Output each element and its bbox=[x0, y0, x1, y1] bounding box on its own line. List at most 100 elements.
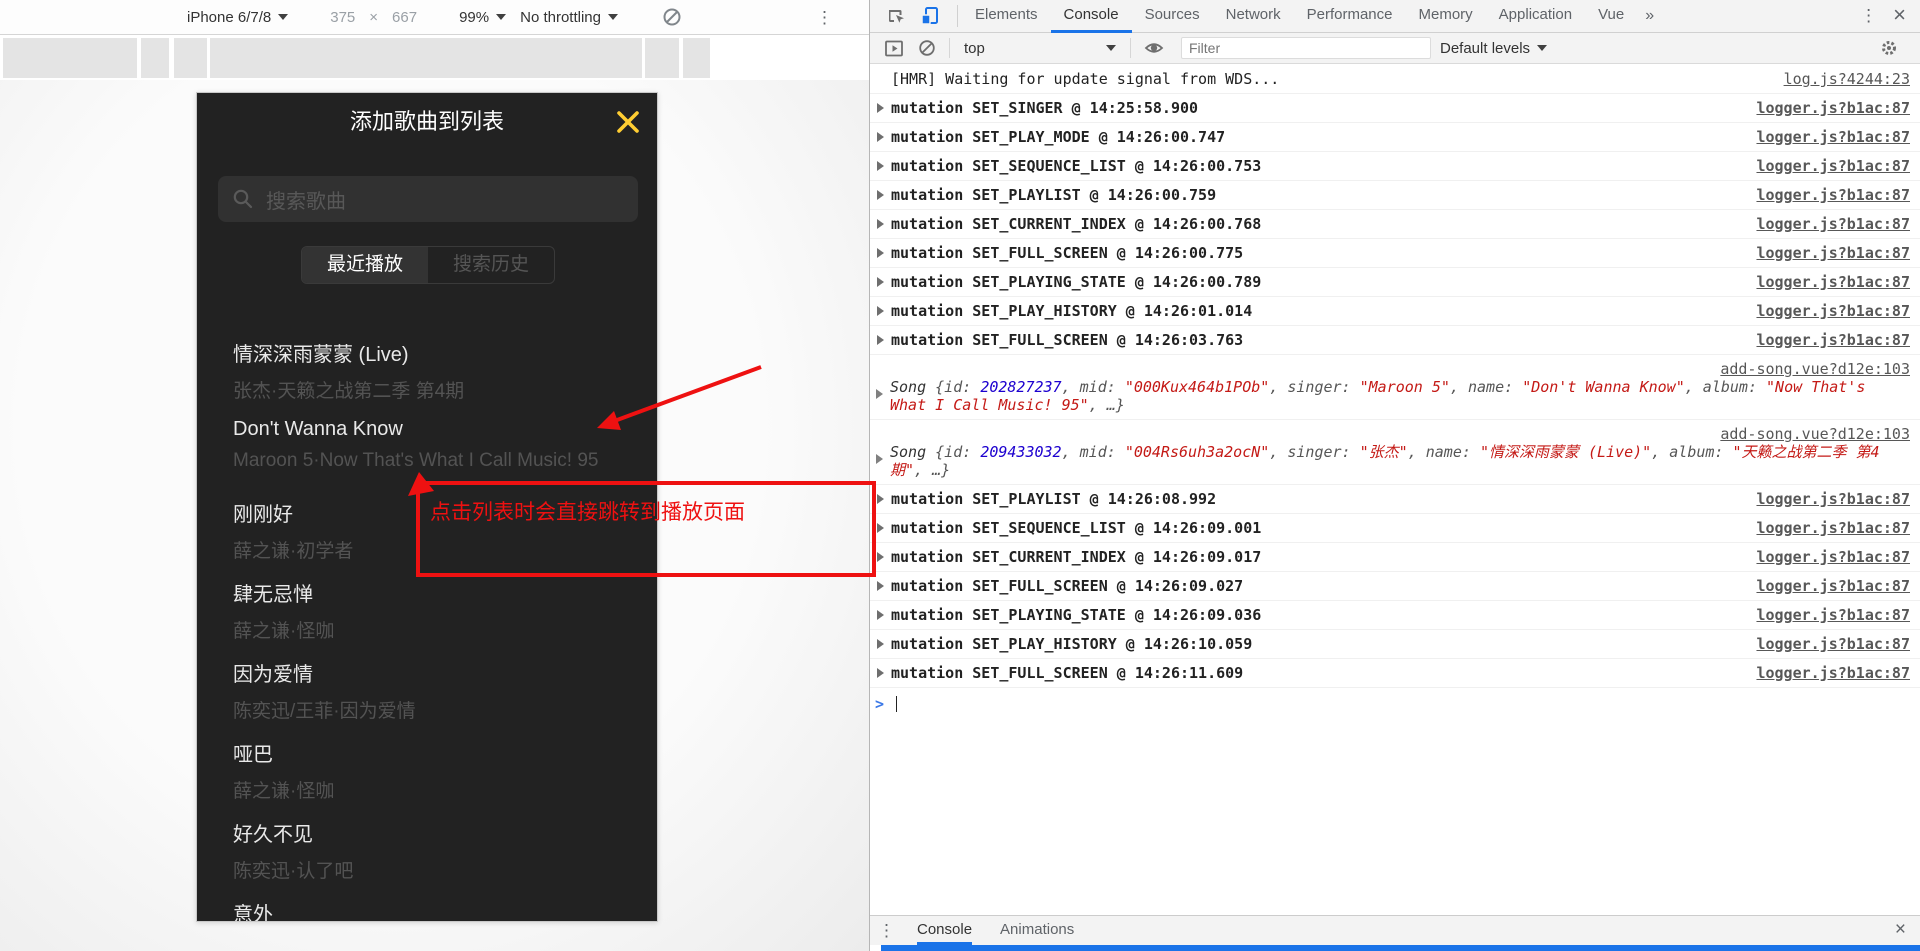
rotate-viewport-icon[interactable] bbox=[662, 7, 682, 27]
expand-triangle-icon[interactable] bbox=[877, 132, 884, 142]
token-n: 202827237 bbox=[980, 378, 1062, 396]
throttling-select-label: No throttling bbox=[520, 8, 601, 26]
list-item[interactable]: Don't Wanna Know Maroon 5·Now That's What… bbox=[233, 418, 627, 498]
console-settings-gear-icon[interactable] bbox=[1880, 39, 1898, 57]
devtools-menu-icon[interactable]: ⋮ bbox=[1850, 6, 1887, 26]
source-link[interactable]: logger.js?b1ac:87 bbox=[1740, 157, 1910, 175]
tab-application[interactable]: Application bbox=[1486, 0, 1585, 33]
list-item[interactable]: 因为爱情 陈奕迅/王菲·因为爱情 bbox=[233, 658, 627, 738]
drawer-tab-console[interactable]: Console bbox=[917, 916, 972, 945]
throttling-select[interactable]: No throttling bbox=[520, 9, 618, 26]
console-prompt[interactable]: > bbox=[870, 688, 1920, 713]
list-item[interactable]: 哑巴 薛之谦·怪咖 bbox=[233, 738, 627, 818]
source-link[interactable]: logger.js?b1ac:87 bbox=[1740, 606, 1910, 624]
console-filter-input[interactable] bbox=[1181, 37, 1431, 59]
device-select[interactable]: iPhone 6/7/8 bbox=[187, 9, 289, 26]
expand-triangle-icon[interactable] bbox=[877, 103, 884, 113]
expand-triangle-icon[interactable] bbox=[877, 306, 884, 316]
switch-tab-1[interactable]: 搜索历史 bbox=[428, 247, 554, 283]
expand-triangle-icon[interactable] bbox=[877, 161, 884, 171]
bottom-blue-strip bbox=[881, 945, 1920, 951]
console-log-row: mutation SET_PLAY_HISTORY @ 14:26:10.059… bbox=[870, 630, 1920, 659]
expand-triangle-icon[interactable] bbox=[877, 190, 884, 200]
log-levels-select[interactable]: Default levels bbox=[1440, 40, 1548, 57]
token-p: , album: bbox=[1651, 443, 1733, 461]
console-sidebar-toggle-icon[interactable] bbox=[885, 40, 904, 57]
more-tabs-button[interactable]: » bbox=[1637, 7, 1662, 25]
clear-console-icon[interactable] bbox=[918, 39, 936, 57]
list-item[interactable]: 刚刚好 薛之谦·初学者 bbox=[233, 498, 627, 578]
log-message: mutation SET_PLAY_HISTORY @ 14:26:10.059 bbox=[891, 635, 1253, 653]
device-toolbar-menu-icon[interactable]: ⋮ bbox=[816, 0, 833, 35]
zoom-select[interactable]: 99% bbox=[459, 9, 507, 26]
source-link[interactable]: logger.js?b1ac:87 bbox=[1740, 186, 1910, 204]
console-log-row: mutation SET_SEQUENCE_LIST @ 14:26:00.75… bbox=[870, 152, 1920, 181]
expand-triangle-icon[interactable] bbox=[876, 389, 883, 399]
tab-performance[interactable]: Performance bbox=[1294, 0, 1406, 33]
source-link[interactable]: logger.js?b1ac:87 bbox=[1740, 302, 1910, 320]
source-link[interactable]: logger.js?b1ac:87 bbox=[1740, 99, 1910, 117]
tab-console[interactable]: Console bbox=[1051, 0, 1132, 33]
console-toolbar: top Default levels bbox=[870, 33, 1920, 64]
tab-sources[interactable]: Sources bbox=[1132, 0, 1213, 33]
source-link[interactable]: logger.js?b1ac:87 bbox=[1740, 215, 1910, 233]
expand-triangle-icon[interactable] bbox=[877, 335, 884, 345]
toggle-device-toolbar-icon[interactable] bbox=[920, 6, 940, 26]
source-link[interactable]: logger.js?b1ac:87 bbox=[1740, 490, 1910, 508]
expand-triangle-icon[interactable] bbox=[877, 523, 884, 533]
drawer-tab-animations[interactable]: Animations bbox=[1000, 916, 1074, 945]
log-message: mutation SET_PLAY_MODE @ 14:26:00.747 bbox=[891, 128, 1226, 146]
tab-elements[interactable]: Elements bbox=[962, 0, 1051, 33]
tab-network[interactable]: Network bbox=[1213, 0, 1294, 33]
expand-triangle-icon[interactable] bbox=[877, 277, 884, 287]
drawer-close-icon[interactable]: × bbox=[1889, 919, 1920, 943]
switch-tab-0[interactable]: 最近播放 bbox=[302, 247, 428, 283]
expand-triangle-icon[interactable] bbox=[877, 552, 884, 562]
placeholder-box bbox=[3, 38, 137, 78]
source-link[interactable]: add-song.vue?d12e:103 bbox=[1704, 425, 1910, 443]
expand-triangle-icon[interactable] bbox=[877, 639, 884, 649]
live-expression-eye-icon[interactable] bbox=[1144, 39, 1164, 57]
expand-triangle-icon[interactable] bbox=[877, 219, 884, 229]
source-link[interactable]: logger.js?b1ac:87 bbox=[1740, 273, 1910, 291]
list-item[interactable]: 意外 bbox=[233, 898, 627, 921]
list-item[interactable]: 情深深雨蒙蒙 (Live) 张杰·天籁之战第二季 第4期 bbox=[233, 338, 627, 418]
execution-context-select[interactable]: top bbox=[956, 40, 1124, 57]
console-log-row: mutation SET_FULL_SCREEN @ 14:26:00.775 l… bbox=[870, 239, 1920, 268]
devtools-close-icon[interactable]: × bbox=[1887, 2, 1920, 30]
expand-triangle-icon[interactable] bbox=[877, 494, 884, 504]
token-p: , name: bbox=[1449, 378, 1523, 396]
expand-triangle-icon[interactable] bbox=[877, 248, 884, 258]
tab-memory[interactable]: Memory bbox=[1406, 0, 1486, 33]
source-link[interactable]: logger.js?b1ac:87 bbox=[1740, 519, 1910, 537]
expand-triangle-icon[interactable] bbox=[877, 668, 884, 678]
close-icon[interactable] bbox=[615, 109, 641, 135]
viewport-height-value[interactable]: 667 bbox=[392, 9, 417, 26]
token-s: "张杰" bbox=[1359, 443, 1408, 461]
source-link[interactable]: logger.js?b1ac:87 bbox=[1740, 128, 1910, 146]
source-link[interactable]: logger.js?b1ac:87 bbox=[1740, 331, 1910, 349]
log-message: mutation SET_PLAYING_STATE @ 14:26:09.03… bbox=[891, 606, 1262, 624]
source-link[interactable]: add-song.vue?d12e:103 bbox=[1704, 360, 1910, 378]
inspect-element-icon[interactable] bbox=[886, 6, 906, 26]
console-log-row: mutation SET_PLAYLIST @ 14:26:00.759 logg… bbox=[870, 181, 1920, 210]
list-item[interactable]: 好久不见 陈奕迅·认了吧 bbox=[233, 818, 627, 898]
add-song-header: 添加歌曲到列表 bbox=[197, 93, 657, 149]
expand-triangle-icon[interactable] bbox=[877, 610, 884, 620]
token-p: , …} bbox=[914, 461, 951, 479]
source-link[interactable]: logger.js?b1ac:87 bbox=[1740, 664, 1910, 682]
token-s: "000Kux464b1POb" bbox=[1124, 378, 1270, 396]
source-link[interactable]: log.js?4244:23 bbox=[1768, 70, 1910, 88]
source-link[interactable]: logger.js?b1ac:87 bbox=[1740, 244, 1910, 262]
expand-triangle-icon[interactable] bbox=[876, 454, 883, 464]
source-link[interactable]: logger.js?b1ac:87 bbox=[1740, 635, 1910, 653]
viewport-width-value[interactable]: 375 bbox=[330, 9, 355, 26]
source-link[interactable]: logger.js?b1ac:87 bbox=[1740, 577, 1910, 595]
search-input[interactable]: 搜索歌曲 bbox=[218, 176, 638, 222]
tab-vue[interactable]: Vue bbox=[1585, 0, 1637, 33]
drawer-menu-icon[interactable]: ⋮ bbox=[870, 921, 903, 941]
list-item[interactable]: 肆无忌惮 薛之谦·怪咖 bbox=[233, 578, 627, 658]
expand-triangle-icon[interactable] bbox=[877, 581, 884, 591]
token-c: Song bbox=[890, 443, 936, 461]
source-link[interactable]: logger.js?b1ac:87 bbox=[1740, 548, 1910, 566]
